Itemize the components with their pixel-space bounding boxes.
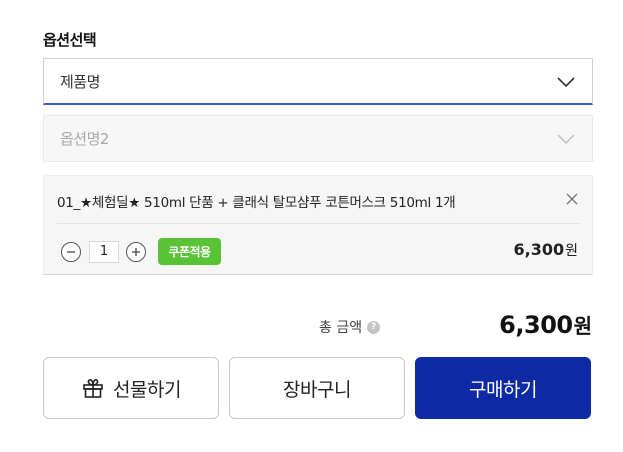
- item-divider: [57, 223, 580, 224]
- selected-item: 01_★체험딜★ 510ml 단품 + 클래식 탈모샴푸 코튼머스크 510ml…: [43, 175, 593, 275]
- item-price-value: 6,300: [513, 240, 565, 259]
- chevron-down-icon: [557, 77, 575, 88]
- coupon-apply-button[interactable]: 쿠폰적용: [158, 238, 221, 265]
- quantity-increase-button[interactable]: [126, 242, 146, 262]
- option-select-label: 옵션명2: [60, 130, 109, 148]
- quantity-input[interactable]: 1: [89, 241, 119, 263]
- gift-button[interactable]: 선물하기: [43, 357, 219, 419]
- quantity-decrease-button[interactable]: [61, 242, 81, 262]
- gift-button-label: 선물하기: [113, 378, 181, 401]
- gift-icon: [83, 379, 103, 398]
- total-label-text: 총 금액: [319, 320, 363, 336]
- selected-item-name: 01_★체험딜★ 510ml 단품 + 클래식 탈모샴푸 코튼머스크 510ml…: [57, 195, 456, 211]
- chevron-down-icon: [557, 134, 575, 145]
- total-label: 총 금액 ?: [319, 317, 381, 337]
- cart-button-label: 장바구니: [283, 378, 351, 401]
- product-select[interactable]: 제품명: [43, 58, 593, 105]
- total-price-value: 6,300: [499, 311, 573, 339]
- total-price: 6,300 원: [499, 310, 592, 339]
- total-price-unit: 원: [573, 314, 592, 338]
- buy-button[interactable]: 구매하기: [415, 357, 591, 419]
- item-price: 6,300 원: [514, 240, 579, 260]
- cart-button[interactable]: 장바구니: [229, 357, 405, 419]
- close-icon[interactable]: [566, 193, 578, 205]
- option-section-title: 옵션선택: [43, 31, 97, 49]
- buy-button-label: 구매하기: [469, 378, 537, 401]
- product-select-label: 제품명: [60, 72, 100, 91]
- item-price-unit: 원: [565, 243, 578, 259]
- minus-icon: [67, 251, 75, 253]
- plus-icon: [132, 248, 140, 256]
- option-select[interactable]: 옵션명2: [43, 115, 593, 162]
- question-icon[interactable]: ?: [367, 320, 381, 334]
